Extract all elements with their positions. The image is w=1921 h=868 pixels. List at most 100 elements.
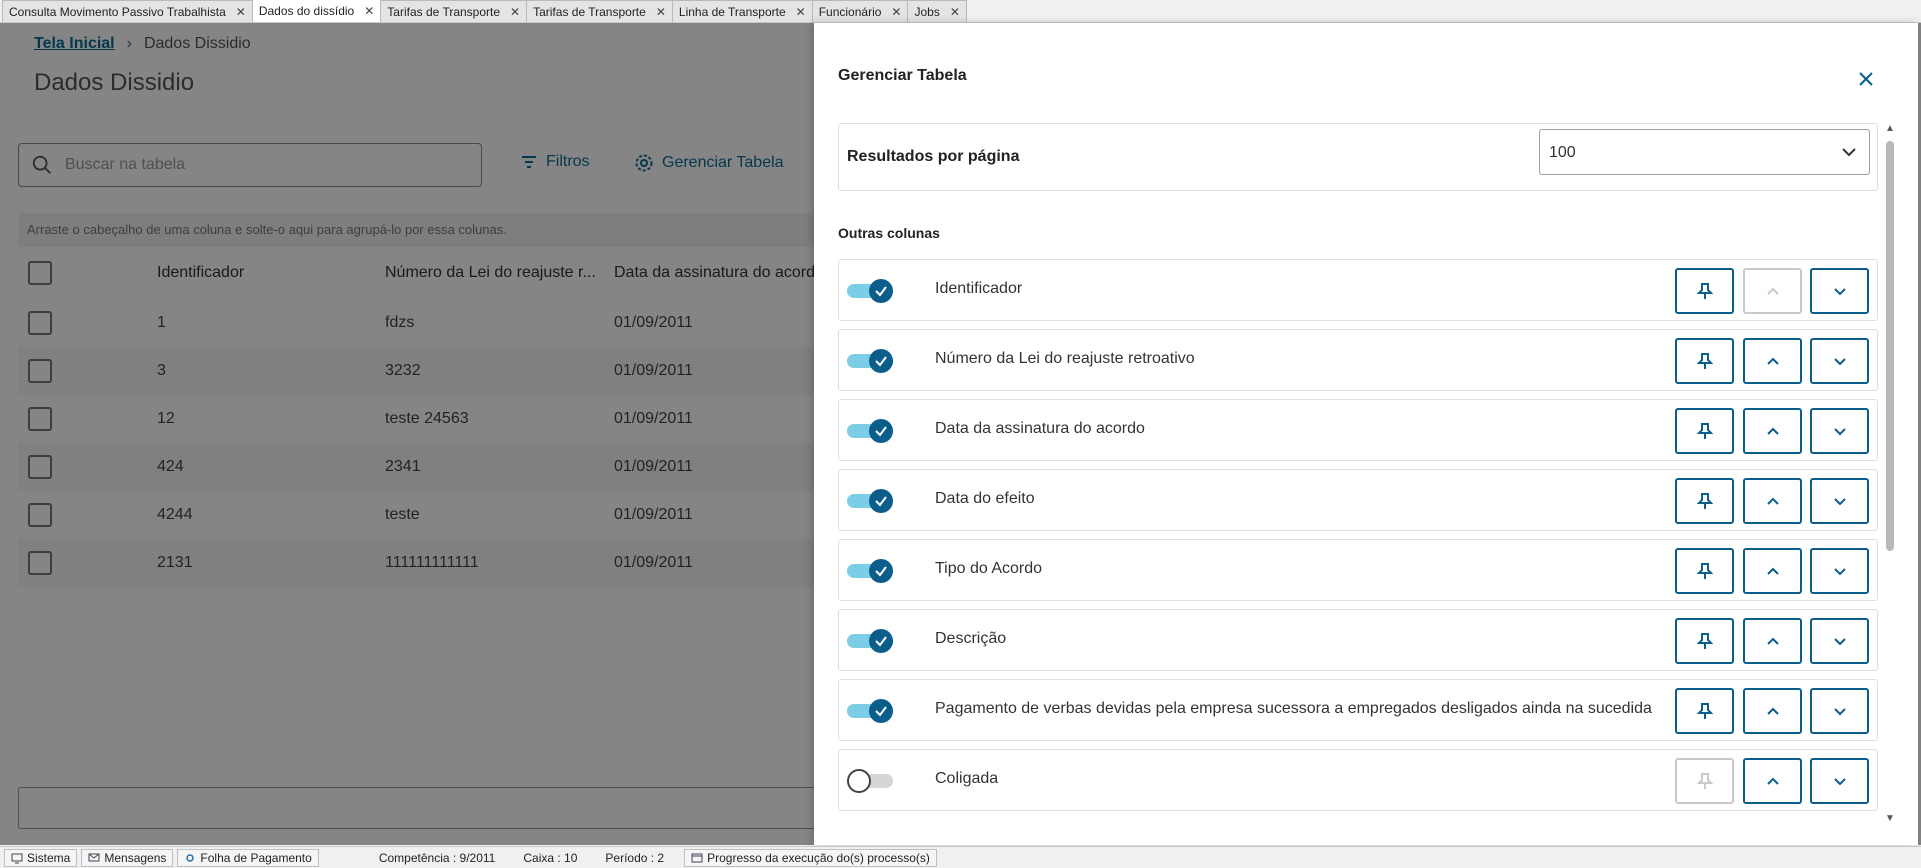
pin-column-button[interactable] — [1675, 758, 1734, 804]
tab-label: Consulta Movimento Passivo Trabalhista — [9, 4, 226, 19]
tab-jobs[interactable]: Jobs ✕ — [907, 0, 967, 22]
chevron-up-icon — [1766, 497, 1779, 505]
pin-column-button[interactable] — [1675, 548, 1734, 594]
move-down-button[interactable] — [1810, 618, 1869, 664]
column-config-row: Coligada — [838, 749, 1878, 811]
status-sistema[interactable]: Sistema — [4, 848, 78, 867]
close-icon[interactable]: ✕ — [950, 5, 960, 19]
manage-table-drawer: Gerenciar Tabela Resultados por página 1… — [814, 23, 1918, 845]
pin-icon — [1696, 633, 1713, 649]
chevron-down-icon — [1833, 778, 1846, 786]
pin-icon — [1696, 423, 1713, 439]
move-up-button[interactable] — [1743, 548, 1802, 594]
close-icon[interactable] — [1854, 67, 1878, 91]
close-icon[interactable]: ✕ — [236, 5, 246, 19]
drawer-scrollbar[interactable]: ▲ ▼ — [1884, 123, 1896, 824]
status-competencia: Competência : 9/2011 — [378, 850, 496, 865]
tab-tarifas-transporte[interactable]: Tarifas de Transporte ✕ — [380, 0, 528, 22]
pin-icon — [1696, 283, 1713, 299]
chevron-down-icon — [1833, 568, 1846, 576]
column-config-row: Tipo do Acordo — [838, 539, 1878, 601]
pin-icon — [1696, 353, 1713, 369]
close-icon[interactable]: ✕ — [510, 5, 520, 19]
tab-consulta-movimento[interactable]: Consulta Movimento Passivo Trabalhista ✕ — [2, 0, 253, 22]
move-up-button[interactable] — [1743, 408, 1802, 454]
move-up-button[interactable] — [1743, 478, 1802, 524]
column-label: Data do efeito — [935, 490, 1035, 507]
chevron-up-icon — [1766, 637, 1779, 645]
move-up-button[interactable] — [1743, 338, 1802, 384]
drawer-title: Gerenciar Tabela — [838, 67, 967, 84]
tab-linha-transporte[interactable]: Linha de Transporte ✕ — [671, 0, 813, 22]
scroll-up-icon[interactable]: ▲ — [1885, 123, 1895, 134]
move-down-button[interactable] — [1810, 478, 1869, 524]
pin-column-button[interactable] — [1675, 338, 1734, 384]
close-icon[interactable]: ✕ — [656, 5, 666, 19]
column-visibility-toggle[interactable] — [847, 767, 895, 795]
tab-strip: Consulta Movimento Passivo Trabalhista ✕ … — [0, 0, 1921, 23]
column-config-row: Descrição — [838, 609, 1878, 671]
status-mensagens[interactable]: Mensagens — [81, 848, 174, 867]
column-visibility-toggle[interactable] — [847, 347, 895, 375]
chevron-up-icon — [1766, 427, 1779, 435]
pin-column-button[interactable] — [1675, 618, 1734, 664]
message-icon — [88, 853, 100, 861]
other-columns-heading: Outras colunas — [838, 225, 940, 241]
tab-funcionario[interactable]: Funcionário ✕ — [811, 0, 909, 22]
check-icon — [875, 286, 887, 297]
column-visibility-toggle[interactable] — [847, 627, 895, 655]
check-icon — [875, 426, 887, 437]
move-down-button[interactable] — [1810, 268, 1869, 314]
move-up-button[interactable] — [1743, 758, 1802, 804]
column-visibility-toggle[interactable] — [847, 277, 895, 305]
move-down-button[interactable] — [1810, 338, 1869, 384]
chevron-down-icon — [1833, 708, 1846, 716]
column-label: Coligada — [935, 770, 999, 787]
status-caixa: Caixa : 10 — [523, 850, 578, 865]
tab-label: Jobs — [914, 4, 940, 19]
status-folha[interactable]: Folha de Pagamento — [177, 848, 319, 867]
close-icon[interactable]: ✕ — [796, 5, 806, 19]
move-down-button[interactable] — [1810, 408, 1869, 454]
column-label: Data da assinatura do acordo — [935, 420, 1145, 437]
status-sistema-label: Sistema — [27, 850, 71, 865]
close-icon[interactable]: ✕ — [364, 4, 374, 18]
tab-dados-dissidio[interactable]: Dados do dissídio ✕ — [251, 0, 382, 22]
column-label: Descrição — [935, 630, 1007, 647]
chevron-down-icon — [1842, 148, 1856, 157]
column-visibility-toggle[interactable] — [847, 697, 895, 725]
status-bar: Sistema Mensagens Folha de Pagamento Com… — [0, 846, 1921, 868]
move-down-button[interactable] — [1810, 688, 1869, 734]
chevron-up-icon — [1766, 287, 1779, 295]
pin-column-button[interactable] — [1675, 688, 1734, 734]
status-progresso[interactable]: Progresso da execução do(s) processo(s) — [684, 848, 937, 867]
move-up-button[interactable] — [1743, 618, 1802, 664]
pin-column-button[interactable] — [1675, 478, 1734, 524]
column-visibility-toggle[interactable] — [847, 557, 895, 585]
close-icon[interactable]: ✕ — [891, 5, 901, 19]
move-up-button[interactable] — [1743, 268, 1802, 314]
pin-icon — [1696, 493, 1713, 509]
pin-column-button[interactable] — [1675, 268, 1734, 314]
column-visibility-toggle[interactable] — [847, 487, 895, 515]
monitor-icon — [11, 853, 23, 863]
tab-label: Dados do dissídio — [258, 4, 355, 18]
tab-label: Funcionário — [818, 4, 882, 19]
column-label: Pagamento de verbas devidas pela empresa… — [935, 700, 1652, 717]
window-icon — [691, 853, 703, 862]
pin-icon — [1696, 703, 1713, 719]
chevron-down-icon — [1833, 358, 1846, 366]
scroll-thumb[interactable] — [1886, 141, 1894, 551]
move-down-button[interactable] — [1810, 548, 1869, 594]
column-visibility-toggle[interactable] — [847, 417, 895, 445]
pin-column-button[interactable] — [1675, 408, 1734, 454]
move-down-button[interactable] — [1810, 758, 1869, 804]
chevron-up-icon — [1766, 707, 1779, 715]
tab-tarifas-transporte-2[interactable]: Tarifas de Transporte ✕ — [526, 0, 673, 22]
status-mensagens-label: Mensagens — [104, 850, 167, 865]
gear-icon — [186, 853, 195, 862]
scroll-down-icon[interactable]: ▼ — [1885, 813, 1895, 824]
results-per-page-select[interactable]: 100 — [1539, 129, 1870, 175]
move-up-button[interactable] — [1743, 688, 1802, 734]
chevron-up-icon — [1766, 777, 1779, 785]
